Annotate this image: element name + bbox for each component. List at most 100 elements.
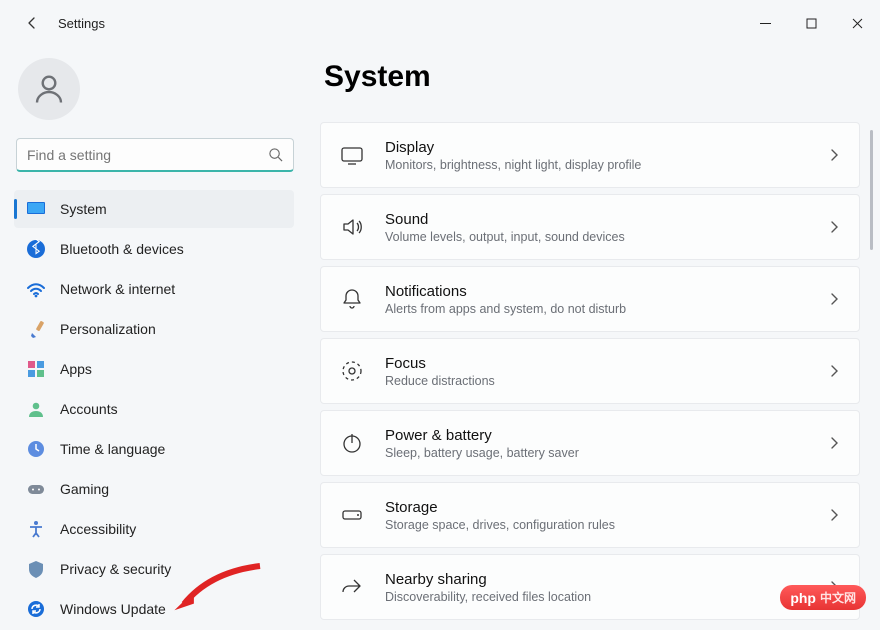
card-body: Power & battery Sleep, battery usage, ba… — [385, 427, 827, 460]
window-title: Settings — [58, 16, 105, 31]
close-icon — [852, 18, 863, 29]
sidebar-item-label: Accounts — [60, 401, 118, 417]
game-icon — [26, 479, 46, 499]
main-panel: System Display Monitors, brightness, nig… — [320, 46, 860, 630]
chevron-right-icon — [827, 220, 841, 234]
display-icon — [339, 142, 365, 168]
card-power[interactable]: Power & battery Sleep, battery usage, ba… — [320, 410, 860, 476]
card-body: Notifications Alerts from apps and syste… — [385, 283, 827, 316]
search-icon — [268, 147, 283, 162]
search-input[interactable] — [27, 147, 268, 163]
titlebar: Settings — [0, 0, 880, 46]
search-box[interactable] — [16, 138, 294, 172]
sidebar-item-clock[interactable]: Time & language — [14, 430, 294, 468]
card-bell[interactable]: Notifications Alerts from apps and syste… — [320, 266, 860, 332]
card-title: Nearby sharing — [385, 571, 827, 588]
shield-icon — [26, 559, 46, 579]
card-subtitle: Storage space, drives, configuration rul… — [385, 518, 827, 532]
card-body: Focus Reduce distractions — [385, 355, 827, 388]
card-sound[interactable]: Sound Volume levels, output, input, soun… — [320, 194, 860, 260]
card-title: Sound — [385, 211, 827, 228]
sidebar-item-label: Gaming — [60, 481, 109, 497]
chevron-right-icon — [827, 436, 841, 450]
watermark-cn: 中文网 — [820, 589, 856, 606]
sidebar-item-label: System — [60, 201, 107, 217]
scrollbar-thumb[interactable] — [870, 130, 873, 250]
card-subtitle: Reduce distractions — [385, 374, 827, 388]
maximize-icon — [806, 18, 817, 29]
card-title: Display — [385, 139, 827, 156]
watermark-badge: php 中文网 — [780, 585, 866, 610]
card-share[interactable]: Nearby sharing Discoverability, received… — [320, 554, 860, 620]
watermark-brand: php — [790, 590, 816, 606]
card-title: Storage — [385, 499, 827, 516]
sidebar-item-apps[interactable]: Apps — [14, 350, 294, 388]
access-icon — [26, 519, 46, 539]
card-display[interactable]: Display Monitors, brightness, night ligh… — [320, 122, 860, 188]
chevron-right-icon — [827, 148, 841, 162]
sidebar-item-label: Personalization — [60, 321, 156, 337]
card-body: Sound Volume levels, output, input, soun… — [385, 211, 827, 244]
minimize-icon — [760, 18, 771, 29]
power-icon — [339, 430, 365, 456]
sidebar-item-shield[interactable]: Privacy & security — [14, 550, 294, 588]
sound-icon — [339, 214, 365, 240]
sidebar-item-bluetooth[interactable]: Bluetooth & devices — [14, 230, 294, 268]
card-focus[interactable]: Focus Reduce distractions — [320, 338, 860, 404]
close-button[interactable] — [834, 8, 880, 38]
bluetooth-icon — [26, 239, 46, 259]
sidebar-item-label: Time & language — [60, 441, 165, 457]
clock-icon — [26, 439, 46, 459]
window-controls — [742, 8, 880, 38]
card-subtitle: Monitors, brightness, night light, displ… — [385, 158, 827, 172]
card-body: Display Monitors, brightness, night ligh… — [385, 139, 827, 172]
apps-icon — [26, 359, 46, 379]
sidebar-item-access[interactable]: Accessibility — [14, 510, 294, 548]
card-body: Storage Storage space, drives, configura… — [385, 499, 827, 532]
minimize-button[interactable] — [742, 8, 788, 38]
system-icon — [26, 199, 46, 219]
sidebar-item-system[interactable]: System — [14, 190, 294, 228]
sidebar-item-label: Network & internet — [60, 281, 175, 297]
brush-icon — [26, 319, 46, 339]
chevron-right-icon — [827, 292, 841, 306]
card-subtitle: Volume levels, output, input, sound devi… — [385, 230, 827, 244]
sidebar-item-label: Bluetooth & devices — [60, 241, 184, 257]
user-avatar[interactable] — [18, 58, 80, 120]
bell-icon — [339, 286, 365, 312]
person-icon — [31, 71, 67, 107]
chevron-right-icon — [827, 508, 841, 522]
person-icon — [26, 399, 46, 419]
back-button[interactable] — [14, 4, 52, 42]
card-title: Power & battery — [385, 427, 827, 444]
card-title: Notifications — [385, 283, 827, 300]
storage-icon — [339, 502, 365, 528]
scrollbar[interactable] — [870, 52, 878, 620]
wifi-icon — [26, 279, 46, 299]
focus-icon — [339, 358, 365, 384]
sidebar-item-game[interactable]: Gaming — [14, 470, 294, 508]
settings-list: Display Monitors, brightness, night ligh… — [320, 122, 860, 620]
card-title: Focus — [385, 355, 827, 372]
card-subtitle: Sleep, battery usage, battery saver — [385, 446, 827, 460]
card-body: Nearby sharing Discoverability, received… — [385, 571, 827, 604]
sidebar-item-update[interactable]: Windows Update — [14, 590, 294, 628]
page-title: System — [324, 60, 860, 94]
card-subtitle: Alerts from apps and system, do not dist… — [385, 302, 827, 316]
sidebar-item-person[interactable]: Accounts — [14, 390, 294, 428]
update-icon — [26, 599, 46, 619]
sidebar-item-brush[interactable]: Personalization — [14, 310, 294, 348]
sidebar-item-label: Apps — [60, 361, 92, 377]
card-storage[interactable]: Storage Storage space, drives, configura… — [320, 482, 860, 548]
sidebar-item-label: Accessibility — [60, 521, 136, 537]
maximize-button[interactable] — [788, 8, 834, 38]
share-icon — [339, 574, 365, 600]
sidebar: System Bluetooth & devices Network & inter… — [0, 46, 300, 630]
sidebar-item-label: Windows Update — [60, 601, 166, 617]
sidebar-nav: System Bluetooth & devices Network & inter… — [14, 190, 294, 628]
card-subtitle: Discoverability, received files location — [385, 590, 827, 604]
sidebar-item-wifi[interactable]: Network & internet — [14, 270, 294, 308]
arrow-left-icon — [25, 15, 41, 31]
chevron-right-icon — [827, 364, 841, 378]
sidebar-item-label: Privacy & security — [60, 561, 171, 577]
